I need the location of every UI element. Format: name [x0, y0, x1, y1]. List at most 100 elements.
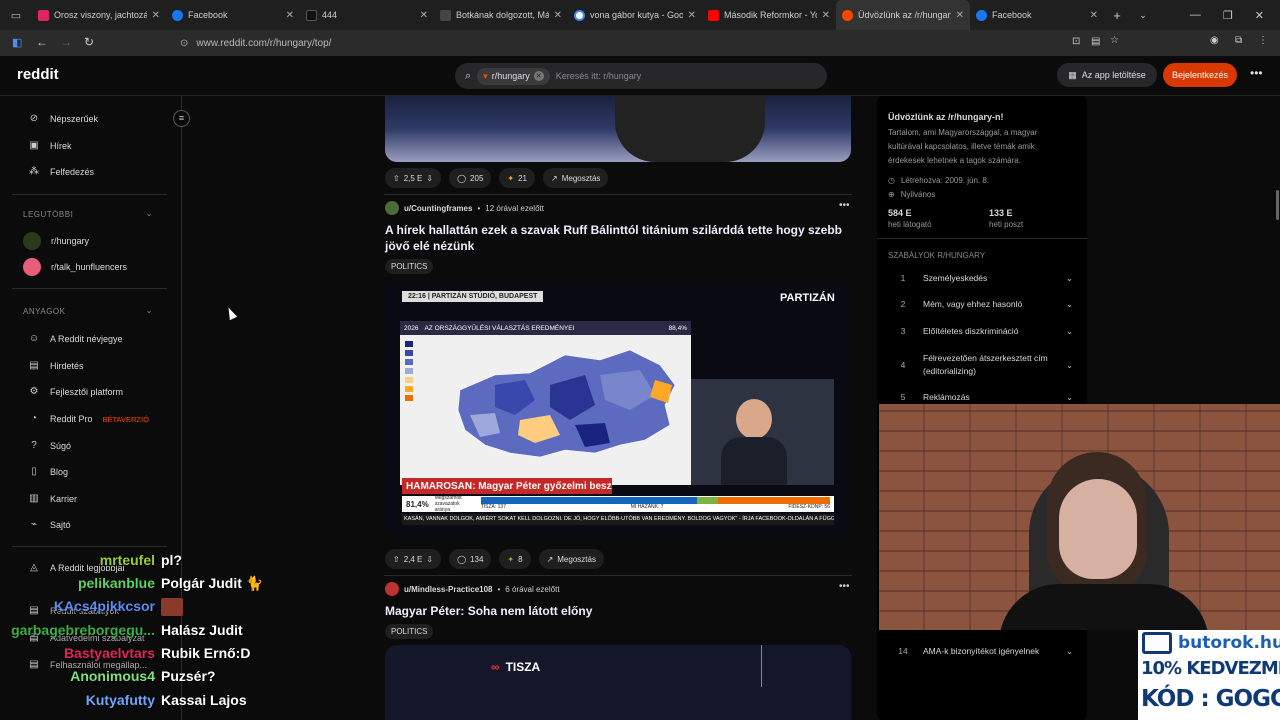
sidebar-toggle-icon[interactable]: ◧	[12, 36, 22, 49]
close-icon[interactable]: ✕	[286, 10, 294, 21]
reddit-logo[interactable]: reddit	[17, 66, 59, 83]
nav-press[interactable]: ⌁ Sajtó	[28, 519, 71, 531]
nav-careers[interactable]: ▥ Karrier	[28, 493, 77, 505]
reload-icon[interactable]: ↻	[84, 35, 94, 49]
post-author[interactable]: u/Countingframes	[404, 204, 472, 213]
post-title[interactable]: Magyar Péter: Soha nem látott előny	[385, 603, 592, 619]
restore-icon[interactable]: ❐	[1223, 9, 1233, 22]
post-title[interactable]: A hírek hallattán ezek a szavak Ruff Bál…	[385, 222, 851, 254]
close-icon[interactable]: ✕	[1090, 10, 1098, 21]
screenshot-icon[interactable]: ⊡	[1072, 36, 1080, 47]
beta-badge: BÉTAVERZIÓ	[102, 414, 149, 424]
nav-blog[interactable]: ▯ Blog	[28, 466, 68, 478]
chevron-up-icon: ⌄	[145, 209, 153, 218]
post-image[interactable]	[385, 96, 851, 162]
browser-tab[interactable]: Botkának dolgozott, Márki- ✕	[434, 0, 568, 30]
browser-tab[interactable]: Orosz viszony, jachtozás, gy ✕	[32, 0, 166, 30]
nav-popular[interactable]: ⊘ Népszerűek	[28, 113, 98, 125]
rule-item[interactable]: 4 Félrevezetően átszerkesztett cím (edito…	[893, 352, 1073, 378]
url-field[interactable]: ⊙ www.reddit.com/r/hungary/top/	[180, 33, 1130, 53]
close-icon[interactable]: ✕	[956, 10, 964, 21]
close-icon[interactable]: ✕	[822, 10, 830, 21]
post-flair[interactable]: POLITICS	[385, 624, 434, 639]
browser-tab[interactable]: 444 ✕	[300, 0, 434, 30]
subreddit-chip[interactable]: ▾ r/hungary ✕	[477, 67, 550, 85]
comments-button[interactable]: ◯ 205	[449, 168, 492, 188]
clear-icon[interactable]: ✕	[533, 71, 544, 81]
profile-icon[interactable]: ◉	[1210, 35, 1219, 46]
close-icon[interactable]: ✕	[420, 10, 428, 21]
tab-title: Facebook	[992, 10, 1032, 20]
upvote-icon[interactable]: ⇧	[393, 555, 400, 564]
comments-button[interactable]: ◯ 134	[449, 549, 492, 569]
more-icon[interactable]: ⋮	[1258, 35, 1268, 46]
post-menu-icon[interactable]: •••	[839, 200, 850, 211]
rule-item[interactable]: 14 AMA-k bizonyítékot igényelnek ⌄	[893, 646, 1073, 657]
browser-tab[interactable]: Facebook ✕	[166, 0, 300, 30]
browser-tab[interactable]: Második Reformkor - YouTu ✕	[702, 0, 836, 30]
collapse-menu-icon[interactable]: ≡	[173, 110, 190, 127]
browser-tab[interactable]: vona gábor kutya - Google ✕	[568, 0, 702, 30]
favorite-icon[interactable]: ☆	[1110, 35, 1119, 46]
recent-talk-hunfluencers[interactable]: r/talk_hunfluencers	[23, 258, 127, 276]
post-image[interactable]: 22:16 | PARTIZÁN STÚDIÓ, BUDAPEST PARTIZ…	[385, 281, 851, 540]
minimize-icon[interactable]: —	[1190, 9, 1201, 21]
rule-item[interactable]: 2 Mém, vagy ehhez hasonló ⌄	[893, 299, 1073, 310]
downvote-icon[interactable]: ⇩	[426, 174, 433, 183]
nav-reddit-pro[interactable]: ◔ Reddit Pro BÉTAVERZIÓ	[28, 413, 149, 425]
rule-item[interactable]: 1 Személyeskedés ⌄	[893, 273, 1073, 284]
scrollbar-thumb[interactable]	[1276, 190, 1279, 220]
new-tab-icon[interactable]: +	[1104, 8, 1130, 23]
share-button[interactable]: ↗ Megosztás	[543, 168, 609, 188]
vote-control[interactable]: ⇧ 2,5 E ⇩	[385, 168, 442, 188]
stats-row: 584 E heti látogató 133 E heti poszt	[888, 208, 1073, 232]
downvote-icon[interactable]: ⇩	[426, 555, 433, 564]
tab-actions-icon[interactable]: ▭	[0, 0, 32, 30]
rule-item[interactable]: 3 Előítéletes diszkrimináció ⌄	[893, 326, 1073, 337]
reader-icon[interactable]: ▤	[1091, 36, 1100, 47]
share-button[interactable]: ↗ Megosztás	[538, 549, 604, 569]
user-avatar[interactable]	[385, 201, 399, 215]
post-menu-icon[interactable]: •••	[839, 581, 850, 592]
close-icon[interactable]: ✕	[152, 10, 160, 21]
chat-text: Rubik Ernő:D	[161, 645, 251, 661]
close-icon[interactable]: ✕	[688, 10, 696, 21]
more-options-icon[interactable]: •••	[1250, 66, 1263, 80]
nav-help[interactable]: ? Súgó	[28, 440, 71, 452]
get-app-button[interactable]: ▦ Az app letöltése	[1057, 63, 1157, 87]
site-info-icon[interactable]: ⊙	[180, 38, 188, 49]
vote-control[interactable]: ⇧ 2,4 E ⇩	[385, 549, 442, 569]
streamer-body	[999, 584, 1209, 630]
tab-list-icon[interactable]: ⌄	[1130, 10, 1156, 21]
nav-news[interactable]: ▣ Hírek	[28, 140, 71, 152]
post-author[interactable]: u/Mindless-Practice108	[404, 585, 492, 594]
news-icon: ▣	[29, 140, 39, 151]
upvote-icon[interactable]: ⇧	[393, 174, 400, 183]
chip-label: r/hungary	[491, 71, 530, 81]
nav-developer[interactable]: ⚙ Fejlesztői platform	[28, 386, 124, 398]
user-avatar[interactable]	[385, 582, 399, 596]
nav-explore[interactable]: ⁂ Felfedezés	[28, 166, 94, 178]
community-title: Üdvözlünk az /r/hungary-n!	[888, 112, 1004, 122]
nav-about[interactable]: ☺ A Reddit névjegye	[28, 333, 123, 345]
recent-heading[interactable]: LEGUTÓBBI ⌄	[23, 209, 153, 219]
resources-heading[interactable]: ANYAGOK ⌄	[23, 306, 153, 316]
post-time: 12 órával ezelőtt	[485, 203, 544, 213]
browser-tab[interactable]: Facebook ✕	[970, 0, 1104, 30]
close-icon[interactable]: ✕	[554, 10, 562, 21]
recent-hungary[interactable]: r/hungary	[23, 232, 89, 250]
close-window-icon[interactable]: ✕	[1255, 9, 1264, 22]
post-image[interactable]: ∞ TISZA	[385, 645, 851, 720]
award-button[interactable]: ✦ 8	[499, 549, 531, 569]
extensions-icon[interactable]: ⧉	[1235, 35, 1242, 46]
award-button[interactable]: ✦ 21	[499, 168, 536, 188]
browser-tab-active[interactable]: Üdvözlünk az /r/hungary-n! ✕	[836, 0, 970, 30]
post-flair[interactable]: POLITICS	[385, 259, 434, 274]
login-button[interactable]: Bejelentkezés	[1163, 63, 1237, 87]
separator: •	[477, 203, 481, 213]
rule-item[interactable]: 5 Reklámozás ⌄	[893, 392, 1073, 403]
search-input[interactable]: ⌕ ▾ r/hungary ✕ Keresés itt: r/hungary	[455, 63, 827, 89]
nav-advertise[interactable]: ▤ Hirdetés	[28, 360, 83, 372]
back-icon[interactable]: ←	[36, 35, 48, 49]
forward-icon[interactable]: →	[60, 35, 72, 49]
